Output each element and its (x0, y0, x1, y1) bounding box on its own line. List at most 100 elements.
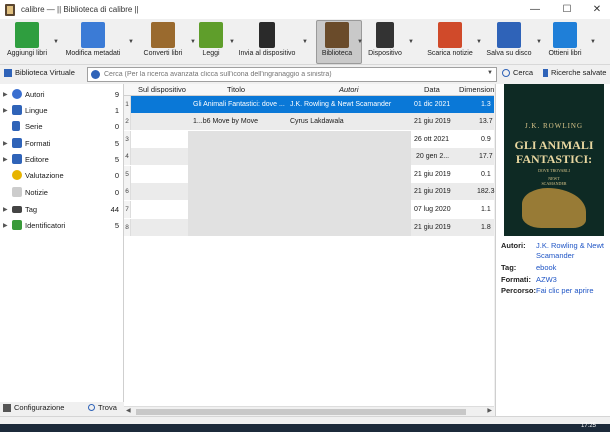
chevron-right-icon[interactable]: ▶ (3, 107, 8, 114)
category-formats[interactable]: ▶ Formati 5 (0, 135, 124, 151)
virtual-library-button[interactable]: Biblioteca Virtuale (4, 68, 75, 77)
read-glasses-icon (199, 22, 223, 48)
news-icon (12, 187, 22, 197)
fetch-news-button[interactable]: Scarica notizie (424, 19, 476, 65)
publisher-icon (12, 154, 22, 164)
identifiers-icon (12, 220, 22, 230)
status-bar (0, 416, 610, 424)
chevron-right-icon[interactable]: ▶ (3, 206, 8, 213)
horizontal-scrollbar[interactable]: ◀ ▶ (124, 406, 494, 416)
book-details: J.K. ROWLING GLI ANIMALI FANTASTICI: DOV… (495, 84, 610, 416)
authors-link[interactable]: J.K. Rowling & Newt (536, 241, 604, 250)
send-to-device-button[interactable]: Invia al dispositivo (236, 19, 298, 65)
category-rating[interactable]: Valutazione 0 (0, 167, 124, 183)
category-authors[interactable]: ▶ Autori 9 (0, 86, 124, 102)
column-authors[interactable]: Autori (339, 85, 359, 96)
chevron-down-icon[interactable]: ▼ (487, 70, 493, 76)
redacted-area (188, 131, 411, 236)
search-row: Biblioteca Virtuale ▼ Cerca Ricerche sal… (0, 66, 610, 83)
person-icon (12, 89, 22, 99)
library-button[interactable]: Biblioteca (317, 19, 357, 65)
chevron-down-icon[interactable]: ▼ (128, 39, 134, 45)
column-on-device[interactable]: Sul dispositivo (138, 85, 186, 96)
cover-illustration (522, 188, 586, 228)
category-identifiers[interactable]: ▶ Identificatori 5 (0, 217, 124, 233)
tag-browser: ▶ Autori 9 ▶ Lingue 1 Serie 0 ▶ Formati … (0, 84, 124, 402)
clock: 17:25 (580, 423, 596, 429)
chevron-down-icon[interactable]: ▼ (408, 39, 414, 45)
chevron-down-icon[interactable]: ▼ (53, 39, 59, 45)
get-books-button[interactable]: Ottieni libri (544, 19, 586, 65)
book-list-header: Sul dispositivo Titolo Autori Data Dimen… (124, 84, 494, 96)
authors-link[interactable]: Scamander (536, 251, 574, 260)
device-button[interactable]: Dispositivo (365, 19, 405, 65)
read-button[interactable]: Leggi (196, 19, 226, 65)
gear-icon[interactable] (91, 70, 100, 79)
bookmark-icon (543, 68, 548, 77)
main-toolbar: Aggiungi libri ▼ Modifica metadati ▼ Con… (0, 19, 610, 65)
chevron-down-icon[interactable]: ▼ (302, 39, 308, 45)
category-news[interactable]: Notizie 0 (0, 184, 124, 200)
book-list: Sul dispositivo Titolo Autori Data Dimen… (124, 84, 495, 416)
path-link[interactable]: Fai clic per aprire (536, 286, 594, 295)
ereader-icon (376, 22, 394, 48)
window-title: calibre — || Biblioteca di calibre || (21, 5, 139, 14)
chevron-right-icon[interactable]: ▶ (3, 91, 8, 98)
chevron-down-icon[interactable]: ▼ (536, 39, 542, 45)
configure-button[interactable]: Configurazione (3, 403, 64, 412)
chevron-down-icon[interactable]: ▼ (590, 39, 596, 45)
category-publisher[interactable]: ▶ Editore 5 (0, 151, 124, 167)
star-icon (12, 170, 22, 180)
book-cover[interactable]: J.K. ROWLING GLI ANIMALI FANTASTICI: DOV… (504, 84, 604, 236)
scrollbar-thumb[interactable] (136, 409, 466, 415)
chevron-down-icon[interactable]: ▼ (229, 39, 235, 45)
chevron-right-icon[interactable]: ▶ (3, 156, 8, 163)
library-icon (4, 68, 12, 77)
column-date[interactable]: Data (424, 85, 440, 96)
category-tags[interactable]: ▶ Tag 44 (0, 201, 124, 217)
close-button[interactable]: ✕ (582, 0, 610, 19)
formats-icon (12, 138, 22, 148)
search-button[interactable]: Cerca (502, 68, 533, 77)
edit-metadata-icon (81, 22, 105, 48)
column-size[interactable]: Dimension (459, 85, 494, 96)
get-books-icon (553, 22, 577, 48)
convert-books-icon (151, 22, 175, 48)
tag-link[interactable]: ebook (536, 263, 556, 272)
search-icon (502, 68, 510, 77)
title-bar: calibre — || Biblioteca di calibre || — … (0, 0, 610, 19)
find-button[interactable]: Trova (88, 403, 117, 412)
search-icon (88, 404, 95, 411)
calibre-app-icon (5, 3, 15, 16)
maximize-button[interactable]: ☐ (552, 0, 582, 19)
save-disk-icon (497, 22, 521, 48)
chevron-right-icon[interactable]: ▶ (3, 222, 8, 229)
table-row[interactable]: 1 Gli Animali Fantastici: dove ... J.K. … (124, 96, 494, 113)
chevron-down-icon[interactable]: ▼ (357, 39, 363, 45)
taskbar: 17:25 (0, 423, 610, 432)
news-icon (438, 22, 462, 48)
save-to-disk-button[interactable]: Salva su disco (484, 19, 534, 65)
format-link[interactable]: AZW3 (536, 275, 557, 284)
tag-icon (12, 205, 22, 213)
chevron-down-icon[interactable]: ▼ (476, 39, 482, 45)
send-device-icon (259, 22, 275, 48)
search-box: ▼ (87, 67, 497, 82)
series-icon (12, 121, 20, 131)
add-books-button[interactable]: Aggiungi libri (4, 19, 50, 65)
wrench-icon (3, 403, 11, 412)
saved-searches-button[interactable]: Ricerche salvate (543, 68, 606, 77)
category-series[interactable]: Serie 0 (0, 118, 124, 134)
language-icon (12, 105, 22, 115)
chevron-right-icon[interactable]: ▶ (487, 407, 492, 414)
search-input[interactable] (104, 71, 484, 78)
tag-browser-footer: Configurazione Trova (0, 402, 124, 416)
category-languages[interactable]: ▶ Lingue 1 (0, 102, 124, 118)
chevron-right-icon[interactable]: ▶ (3, 140, 8, 147)
minimize-button[interactable]: — (520, 0, 550, 19)
table-row[interactable]: 2 1...b6 Move by Move Cyrus Lakdawala 21… (124, 113, 494, 130)
edit-metadata-button[interactable]: Modifica metadati (62, 19, 124, 65)
column-title[interactable]: Titolo (227, 85, 245, 96)
convert-books-button[interactable]: Converti libri (138, 19, 188, 65)
chevron-left-icon[interactable]: ◀ (126, 407, 131, 414)
